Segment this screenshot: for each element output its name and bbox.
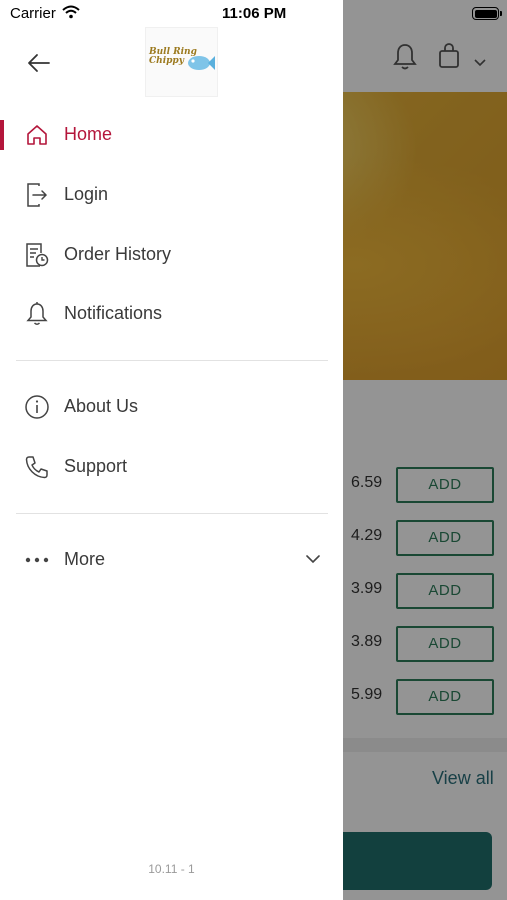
active-indicator [0, 120, 4, 150]
app-version: 10.11 - 1 [148, 862, 195, 876]
nav-label: Login [64, 184, 109, 204]
nav-item-home[interactable]: Home [0, 109, 343, 161]
nav-item-login[interactable]: Login [0, 169, 343, 221]
nav-label: Notifications [64, 303, 163, 323]
fish-icon [186, 53, 216, 78]
nav-label: Support [64, 456, 128, 476]
login-icon [24, 182, 50, 208]
brand-logo: Bull Ring Chippy [145, 27, 218, 97]
phone-icon [24, 454, 50, 480]
more-dots-icon [24, 547, 50, 573]
nav-item-support[interactable]: Support [0, 441, 343, 493]
status-bar: Carrier 11:06 PM [0, 0, 507, 28]
info-icon [24, 394, 50, 420]
wifi-icon [62, 5, 80, 24]
nav-label: About Us [64, 396, 139, 416]
home-icon [24, 122, 50, 148]
nav-label: More [64, 549, 106, 569]
back-arrow-icon[interactable] [22, 46, 56, 80]
nav-item-more[interactable]: More [0, 534, 343, 586]
carrier-label: Carrier [10, 5, 56, 22]
order-history-icon [24, 242, 50, 268]
nav-item-about-us[interactable]: About Us [0, 381, 343, 433]
nav-item-notifications[interactable]: Notifications [0, 288, 343, 340]
menu-divider [16, 360, 328, 361]
clock: 11:06 PM [222, 5, 287, 22]
chevron-down-icon[interactable] [306, 551, 320, 569]
nav-label: Order History [64, 244, 172, 264]
nav-label: Home [64, 124, 113, 144]
menu-divider [16, 513, 328, 514]
bell-icon [24, 301, 50, 327]
nav-item-order-history[interactable]: Order History [0, 229, 343, 281]
navigation-drawer: Bull Ring Chippy Home Login Order Histor… [0, 0, 343, 900]
battery-icon [472, 7, 502, 20]
